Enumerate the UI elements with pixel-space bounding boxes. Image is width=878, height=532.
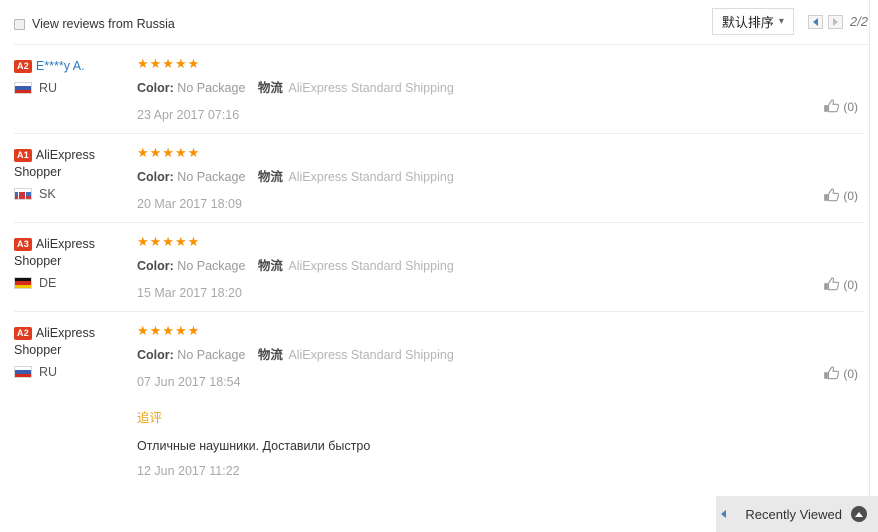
pagination: 2/2 xyxy=(807,14,868,29)
page-indicator: 2/2 xyxy=(849,14,868,29)
logistics-label: 物流 xyxy=(257,348,283,362)
chevron-right-icon xyxy=(832,17,838,26)
review-body: ★★★★★ Color: No Package 物流 AliExpress St… xyxy=(129,324,864,390)
helpful-count: (0) xyxy=(843,366,858,381)
shipping-method: AliExpress Standard Shipping xyxy=(288,259,454,273)
review-attributes: Color: No Package 物流 AliExpress Standard… xyxy=(137,169,864,186)
color-label: Color: xyxy=(137,81,174,95)
followup-review: 追评 Отличные наушники. Доставили быстро 1… xyxy=(14,410,864,479)
review-date: 20 Mar 2017 18:09 xyxy=(137,197,242,211)
color-value: No Package xyxy=(177,170,246,184)
logistics-label: 物流 xyxy=(257,81,283,95)
reviewer-info: A2 E****y A. RU xyxy=(14,57,129,123)
thumbs-up-icon xyxy=(824,99,840,113)
buyer-level-badge: A1 xyxy=(14,149,32,162)
chevron-left-icon xyxy=(812,17,818,26)
helpful-count: (0) xyxy=(843,188,858,203)
color-label: Color: xyxy=(137,170,174,184)
shipping-method: AliExpress Standard Shipping xyxy=(288,170,454,184)
review-date: 23 Apr 2017 07:16 xyxy=(137,108,240,122)
rating-stars: ★★★★★ xyxy=(137,56,201,71)
reviews-page: View reviews from Russia 默认排序 ▾ 2/2 A2 E… xyxy=(0,0,878,532)
review-body: ★★★★★ Color: No Package 物流 AliExpress St… xyxy=(129,146,864,212)
reviewer-country: SK xyxy=(14,187,129,201)
color-value: No Package xyxy=(177,81,246,95)
toolbar-right-controls: 默认排序 ▾ 2/2 xyxy=(711,8,868,35)
review-body: ★★★★★ Color: No Package 物流 AliExpress St… xyxy=(129,235,864,301)
thumbs-up-icon xyxy=(824,366,840,380)
chevron-left-icon xyxy=(721,510,727,518)
helpful-button[interactable]: (0) xyxy=(823,99,858,114)
filter-checkbox[interactable] xyxy=(14,18,25,30)
sort-dropdown[interactable]: 默认排序 ▾ xyxy=(711,8,794,35)
color-value: No Package xyxy=(177,348,246,362)
review-item: A1 AliExpress Shopper SK ★★★★★ Color: No … xyxy=(0,134,878,222)
reviewer-country: DE xyxy=(14,276,129,290)
review-item: A3 AliExpress Shopper DE ★★★★★ Color: No … xyxy=(0,223,878,311)
helpful-button[interactable]: (0) xyxy=(823,277,858,292)
thumbs-up-icon xyxy=(824,188,840,202)
review-attributes: Color: No Package 物流 AliExpress Standard… xyxy=(137,258,864,275)
logistics-label: 物流 xyxy=(257,259,283,273)
rating-stars: ★★★★★ xyxy=(137,234,201,249)
review-item: A2 E****y A. RU ★★★★★ Color: No Package 物… xyxy=(0,45,878,133)
reviewer-country: RU xyxy=(14,365,129,379)
logistics-label: 物流 xyxy=(257,170,283,184)
helpful-button[interactable]: (0) xyxy=(823,188,858,203)
recently-viewed-expand-tab[interactable] xyxy=(716,496,732,532)
country-code: RU xyxy=(39,81,58,95)
helpful-count: (0) xyxy=(843,99,858,114)
country-flag-icon xyxy=(14,366,32,378)
reviewer-name[interactable]: E****y A. xyxy=(36,59,85,73)
review-date: 07 Jun 2017 18:54 xyxy=(137,375,241,389)
rating-stars: ★★★★★ xyxy=(137,145,201,160)
country-code: SK xyxy=(39,187,56,201)
chevron-down-icon: ▾ xyxy=(778,15,784,27)
filter-checkbox-label: View reviews from Russia xyxy=(32,17,175,31)
color-label: Color: xyxy=(137,348,174,362)
country-code: DE xyxy=(39,276,57,290)
next-page-button[interactable] xyxy=(827,14,843,29)
recently-viewed-label: Recently Viewed xyxy=(745,506,842,522)
followup-title: 追评 xyxy=(137,411,163,425)
buyer-level-badge: A2 xyxy=(14,60,32,73)
buyer-level-badge: A3 xyxy=(14,238,32,251)
reviewer-country: RU xyxy=(14,81,129,95)
country-flag-icon xyxy=(14,188,32,200)
country-flag-icon xyxy=(14,277,32,289)
sort-dropdown-label: 默认排序 xyxy=(721,15,774,30)
review-date: 15 Mar 2017 18:20 xyxy=(137,286,242,300)
helpful-count: (0) xyxy=(843,277,858,292)
review-item: A2 AliExpress Shopper RU ★★★★★ Color: No … xyxy=(0,312,878,489)
reviewer-info: A2 AliExpress Shopper RU xyxy=(14,324,129,390)
shipping-method: AliExpress Standard Shipping xyxy=(288,348,454,362)
shipping-method: AliExpress Standard Shipping xyxy=(288,81,454,95)
reviewer-info: A3 AliExpress Shopper DE xyxy=(14,235,129,301)
reviewer-info: A1 AliExpress Shopper SK xyxy=(14,146,129,212)
review-attributes: Color: No Package 物流 AliExpress Standard… xyxy=(137,80,864,97)
buyer-level-badge: A2 xyxy=(14,327,32,340)
recently-viewed-bar[interactable]: Recently Viewed xyxy=(731,496,878,532)
thumbs-up-icon xyxy=(824,277,840,291)
previous-page-button[interactable] xyxy=(807,14,823,29)
country-code: RU xyxy=(39,365,58,379)
rating-stars: ★★★★★ xyxy=(137,323,201,338)
followup-date: 12 Jun 2017 11:22 xyxy=(137,464,240,478)
country-flag-icon xyxy=(14,82,32,94)
recently-viewed-widget: Recently Viewed xyxy=(716,496,878,532)
color-value: No Package xyxy=(177,259,246,273)
review-body: ★★★★★ Color: No Package 物流 AliExpress St… xyxy=(129,57,864,123)
helpful-button[interactable]: (0) xyxy=(823,366,858,381)
filter-reviews-from-country[interactable]: View reviews from Russia xyxy=(14,17,175,31)
color-label: Color: xyxy=(137,259,174,273)
review-attributes: Color: No Package 物流 AliExpress Standard… xyxy=(137,347,864,364)
chevron-up-icon[interactable] xyxy=(851,506,867,522)
reviews-toolbar: View reviews from Russia 默认排序 ▾ 2/2 xyxy=(0,0,878,44)
followup-text: Отличные наушники. Доставили быстро xyxy=(137,439,371,453)
